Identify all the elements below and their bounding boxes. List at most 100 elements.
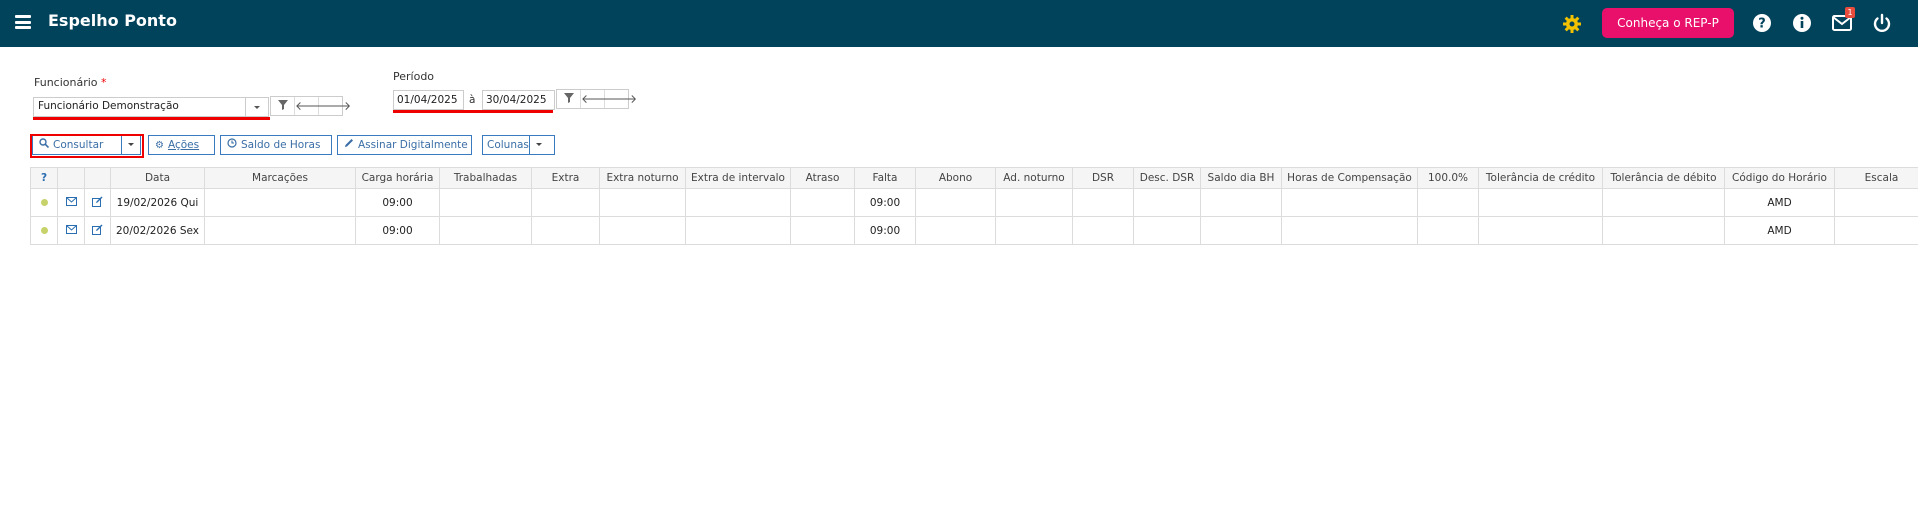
trabalhadas-cell	[439, 188, 532, 217]
desc-dsr-cell	[1133, 216, 1201, 245]
envelope-icon[interactable]	[65, 224, 77, 234]
table-header-row: ? Data Marcações Carga horária Trabalhad…	[30, 167, 1918, 189]
gear-icon[interactable]	[1562, 14, 1582, 34]
atraso-cell	[790, 216, 855, 245]
menu-icon[interactable]	[15, 15, 31, 29]
colunas-label: Colunas	[487, 139, 529, 151]
period-label: Período	[393, 70, 435, 83]
envelope-icon[interactable]	[65, 196, 77, 206]
column-header[interactable]: Trabalhadas	[439, 167, 532, 189]
column-header[interactable]: Data	[110, 167, 205, 189]
column-header[interactable]: Tolerância de débito	[1602, 167, 1725, 189]
status-cell	[30, 216, 58, 245]
info-icon[interactable]	[1791, 12, 1813, 34]
tol-debito-cell	[1602, 216, 1725, 245]
column-header[interactable]: Ad. noturno	[995, 167, 1073, 189]
period-highlight-line	[393, 110, 553, 113]
rep-p-button[interactable]: Conheça o REP-P	[1602, 8, 1734, 38]
column-header[interactable]: Extra	[531, 167, 600, 189]
acoes-button[interactable]: ⚙ Ações	[148, 135, 215, 155]
carga-cell: 09:00	[355, 216, 440, 245]
abono-cell	[915, 188, 996, 217]
column-header[interactable]: Falta	[854, 167, 916, 189]
assinar-button[interactable]: Assinar Digitalmente	[337, 135, 472, 155]
column-header[interactable]: ?	[30, 167, 58, 189]
extra-noturno-cell	[599, 188, 686, 217]
assinar-label: Assinar Digitalmente	[358, 139, 468, 151]
column-header[interactable]: Código do Horário	[1724, 167, 1835, 189]
compensacao-cell	[1281, 216, 1418, 245]
status-dot-icon	[40, 226, 48, 234]
escala-cell	[1834, 188, 1918, 217]
status-cell	[30, 188, 58, 217]
column-header[interactable]: DSR	[1072, 167, 1134, 189]
marcacoes-cell[interactable]	[204, 188, 356, 217]
arrow-left-icon[interactable]: 🡐	[581, 90, 613, 108]
tol-debito-cell	[1602, 188, 1725, 217]
column-header[interactable]: Extra de intervalo	[685, 167, 791, 189]
column-header[interactable]: Marcações	[204, 167, 356, 189]
column-header[interactable]: Atraso	[790, 167, 855, 189]
envelope-cell[interactable]	[57, 216, 85, 245]
employee-value: Funcionário Demonstração	[38, 100, 179, 112]
data-cell: 19/02/2026 Qui	[110, 188, 205, 217]
column-header[interactable]: Extra noturno	[599, 167, 686, 189]
table-row[interactable]: 19/02/2026 Qui 09:00 09:00 AMD	[30, 188, 1918, 217]
carga-cell: 09:00	[355, 188, 440, 217]
employee-select[interactable]: Funcionário Demonstração	[33, 97, 269, 117]
saldo-bh-cell	[1200, 188, 1282, 217]
column-header[interactable]: 100.0%	[1417, 167, 1479, 189]
status-dot-icon	[40, 198, 48, 206]
compensacao-cell	[1281, 188, 1418, 217]
arrow-right-icon[interactable]: 🡒	[319, 97, 351, 115]
saldo-label: Saldo de Horas	[241, 139, 321, 151]
svg-text:?: ?	[1758, 17, 1766, 32]
column-header[interactable]: Abono	[915, 167, 996, 189]
edit-icon[interactable]	[92, 196, 103, 207]
filter-icon[interactable]	[271, 97, 295, 115]
clock-icon	[227, 137, 237, 155]
filter-icon[interactable]	[557, 90, 581, 108]
ad-noturno-cell	[995, 216, 1073, 245]
atraso-cell	[790, 188, 855, 217]
column-header[interactable]: Desc. DSR	[1133, 167, 1201, 189]
extra-cell	[531, 216, 600, 245]
chevron-down-icon[interactable]	[245, 98, 268, 116]
table-row[interactable]: 20/02/2026 Sex 09:00 09:00 AMD	[30, 216, 1918, 245]
column-header[interactable]: Horas de Compensação	[1281, 167, 1418, 189]
period-end-input[interactable]: 30/04/2025	[482, 90, 555, 110]
trabalhadas-cell	[439, 216, 532, 245]
edit-cell[interactable]	[84, 216, 111, 245]
column-header	[57, 167, 85, 189]
column-header	[84, 167, 111, 189]
data-cell: 20/02/2026 Sex	[110, 216, 205, 245]
period-start-input[interactable]: 01/04/2025	[393, 90, 464, 110]
falta-cell: 09:00	[854, 216, 916, 245]
cem-cell	[1417, 216, 1479, 245]
desc-dsr-cell	[1133, 188, 1201, 217]
saldo-horas-button[interactable]: Saldo de Horas	[220, 135, 332, 155]
arrow-left-icon[interactable]: 🡐	[295, 97, 327, 115]
column-header[interactable]: Tolerância de crédito	[1478, 167, 1603, 189]
arrow-right-icon[interactable]: 🡒	[605, 90, 637, 108]
mail-count-badge: 1	[1845, 7, 1855, 18]
top-bar: Espelho Ponto Conheça o REP-P ? 1	[0, 0, 1918, 47]
column-header[interactable]: Saldo dia BH	[1200, 167, 1282, 189]
envelope-cell[interactable]	[57, 188, 85, 217]
chevron-down-icon[interactable]	[529, 136, 554, 154]
pencil-icon	[344, 137, 354, 155]
falta-cell: 09:00	[854, 188, 916, 217]
dsr-cell	[1072, 188, 1134, 217]
timesheet-table: ? Data Marcações Carga horária Trabalhad…	[30, 167, 1918, 245]
column-header[interactable]: Carga horária	[355, 167, 440, 189]
extra-intervalo-cell	[685, 188, 791, 217]
marcacoes-cell[interactable]	[204, 216, 356, 245]
power-icon[interactable]	[1871, 12, 1893, 34]
codigo-cell: AMD	[1724, 216, 1835, 245]
colunas-button[interactable]: Colunas	[482, 135, 555, 155]
column-header[interactable]: Escala	[1834, 167, 1918, 189]
employee-label-text: Funcionário	[34, 76, 98, 89]
edit-cell[interactable]	[84, 188, 111, 217]
help-icon[interactable]: ?	[1751, 12, 1773, 34]
edit-icon[interactable]	[92, 224, 103, 235]
